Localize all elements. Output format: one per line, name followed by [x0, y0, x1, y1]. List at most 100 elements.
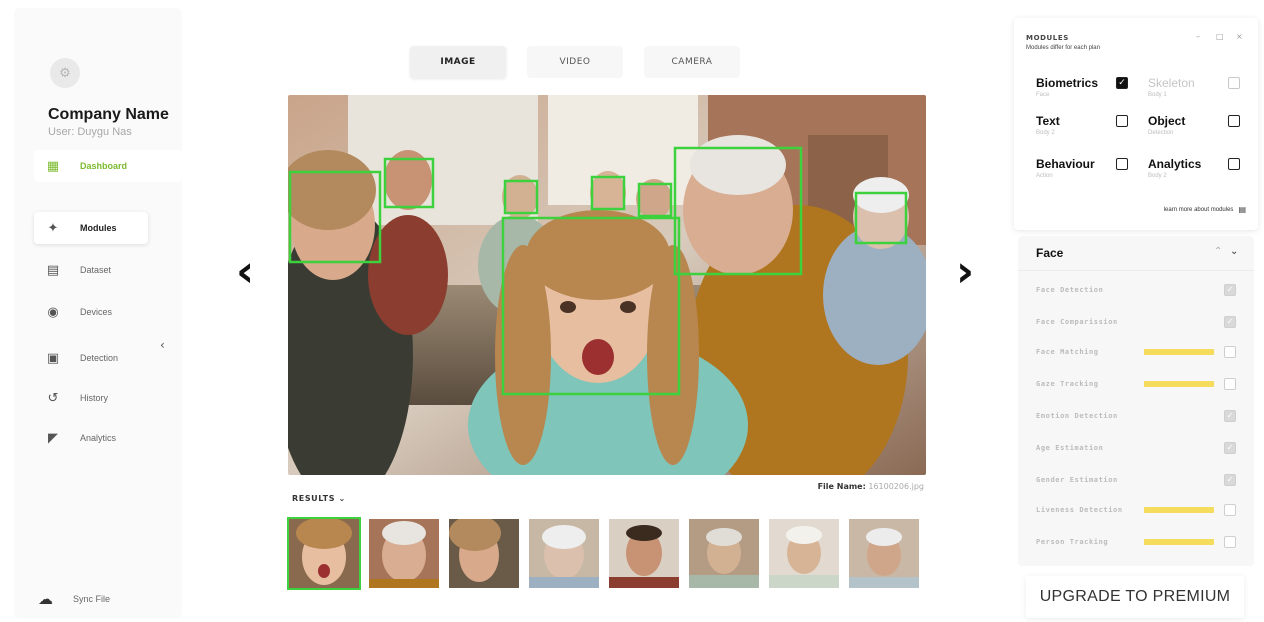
sidebar-item-devices[interactable]: ◉ Devices — [34, 296, 148, 328]
collapse-sidebar-icon[interactable]: ‹ — [160, 338, 165, 352]
analytics-icon: ◤ — [48, 430, 58, 446]
learn-more-label: learn more about modules — [1163, 206, 1234, 213]
sidebar-item-label: Modules — [80, 223, 117, 233]
sync-file-button[interactable]: ☁ Sync File — [34, 586, 154, 612]
result-thumbnail[interactable] — [847, 517, 921, 590]
sidebar-item-label: History — [80, 393, 109, 403]
result-thumbnail[interactable] — [687, 517, 761, 590]
previous-arrow-icon[interactable]: ‹ — [236, 250, 254, 294]
results-dropdown[interactable]: RESULTS ⌄ — [292, 494, 346, 503]
result-thumbnail[interactable] — [607, 517, 681, 590]
sidebar: ⚙ Company Name User: Duygu Nas ▦ Dashboa… — [14, 8, 182, 618]
divider — [1018, 270, 1254, 271]
feature-liveness-detection: Liveness Detection — [1036, 502, 1236, 518]
modules-title: MODULES — [1026, 34, 1069, 42]
sidebar-item-dataset[interactable]: ▤ Dataset — [34, 254, 148, 286]
chevron-up-icon[interactable]: ⌃ — [1214, 246, 1222, 257]
feature-gaze-tracking: Gaze Tracking — [1036, 376, 1236, 392]
skeleton-checkbox[interactable] — [1228, 77, 1240, 89]
sidebar-item-history[interactable]: ↺ History — [34, 382, 148, 414]
feature-label: Age Estimation — [1036, 444, 1104, 452]
result-thumbnail[interactable] — [287, 517, 361, 590]
dashboard-icon: ▦ — [46, 158, 60, 174]
analytics-checkbox[interactable] — [1228, 158, 1240, 170]
company-name: Company Name — [48, 106, 169, 123]
result-thumbnail[interactable] — [767, 517, 841, 590]
sidebar-item-modules[interactable]: ✦ Modules — [34, 212, 148, 244]
results-label: RESULTS — [292, 494, 336, 503]
premium-badge — [1144, 507, 1214, 513]
book-icon: ▤ — [1238, 205, 1246, 214]
premium-badge — [1144, 539, 1214, 545]
main-image — [288, 95, 926, 475]
file-name-value: 16100206.jpg — [868, 482, 924, 491]
sidebar-item-label: Dashboard — [80, 161, 128, 171]
emotion-detection-checkbox[interactable] — [1224, 410, 1236, 422]
module-sub: Body 2 — [1148, 173, 1167, 179]
feature-face-detection: Face Detection — [1036, 282, 1236, 298]
minimize-icon[interactable]: – — [1196, 32, 1200, 41]
feature-person-tracking: Person Tracking — [1036, 534, 1236, 550]
feature-label: Person Tracking — [1036, 538, 1109, 546]
tab-camera[interactable]: CAMERA — [644, 46, 740, 78]
object-checkbox[interactable] — [1228, 115, 1240, 127]
face-comparission-checkbox[interactable] — [1224, 316, 1236, 328]
chevron-down-icon[interactable]: ⌄ — [1230, 246, 1238, 257]
sidebar-item-label: Devices — [80, 307, 113, 317]
face-panel: Face ⌃ ⌄ Face Detection Face Comparissio… — [1018, 236, 1254, 566]
face-matching-checkbox[interactable] — [1224, 346, 1236, 358]
next-arrow-icon[interactable]: › — [956, 250, 974, 294]
detection-icon: ▣ — [46, 350, 60, 366]
feature-label: Emotion Detection — [1036, 412, 1118, 420]
face-detection-checkbox[interactable] — [1224, 284, 1236, 296]
age-estimation-checkbox[interactable] — [1224, 442, 1236, 454]
gender-estimation-checkbox[interactable] — [1224, 474, 1236, 486]
modules-subtitle: Modules differ for each plan — [1026, 45, 1100, 51]
modules-panel: MODULES Modules differ for each plan – □… — [1014, 18, 1258, 230]
person-tracking-checkbox[interactable] — [1224, 536, 1236, 548]
company-logo: ⚙ — [50, 58, 80, 88]
sidebar-item-label: Analytics — [80, 433, 117, 443]
result-thumbnail[interactable] — [367, 517, 441, 590]
main-image-scene — [288, 95, 926, 475]
feature-label: Face Comparission — [1036, 318, 1118, 326]
gaze-tracking-checkbox[interactable] — [1224, 378, 1236, 390]
history-icon: ↺ — [47, 390, 59, 406]
sidebar-item-analytics[interactable]: ◤ Analytics — [34, 422, 148, 454]
tab-video[interactable]: VIDEO — [527, 46, 623, 78]
text-checkbox[interactable] — [1116, 115, 1128, 127]
behaviour-checkbox[interactable] — [1116, 158, 1128, 170]
feature-label: Face Detection — [1036, 286, 1104, 294]
result-thumbnail[interactable] — [527, 517, 601, 590]
results-thumbnails — [287, 517, 921, 590]
face-panel-title: Face — [1036, 246, 1064, 260]
sync-file-label: Sync File — [73, 594, 111, 604]
sidebar-item-dashboard[interactable]: ▦ Dashboard — [34, 150, 182, 182]
feature-label: Face Matching — [1036, 348, 1099, 356]
devices-icon: ◉ — [47, 304, 59, 320]
close-icon[interactable]: × — [1236, 32, 1243, 41]
puzzle-icon: ✦ — [47, 220, 59, 236]
feature-age-estimation: Age Estimation — [1036, 440, 1236, 456]
feature-label: Gender Estimation — [1036, 476, 1118, 484]
feature-emotion-detection: Emotion Detection — [1036, 408, 1236, 424]
sidebar-item-detection[interactable]: ▣ Detection — [34, 342, 148, 374]
cloud-icon: ☁ — [38, 590, 53, 608]
premium-badge — [1144, 349, 1214, 355]
feature-gender-estimation: Gender Estimation — [1036, 472, 1236, 488]
biometrics-checkbox[interactable] — [1116, 77, 1128, 89]
learn-more-link[interactable]: learn more about modules ▤ — [1164, 205, 1246, 214]
module-sub: Body 2 — [1036, 130, 1055, 136]
upgrade-to-premium-button[interactable]: UPGRADE TO PREMIUM — [1026, 576, 1244, 618]
sidebar-item-label: Dataset — [80, 265, 112, 275]
dataset-icon: ▤ — [46, 262, 60, 278]
tab-image[interactable]: IMAGE — [410, 46, 506, 78]
liveness-detection-checkbox[interactable] — [1224, 504, 1236, 516]
feature-face-matching: Face Matching — [1036, 344, 1236, 360]
user-name: User: Duygu Nas — [48, 126, 132, 138]
result-thumbnail[interactable] — [447, 517, 521, 590]
sidebar-item-label: Detection — [80, 353, 119, 363]
module-sub: Detection — [1148, 130, 1174, 136]
file-name-label: File Name: — [817, 482, 866, 491]
maximize-icon[interactable]: □ — [1216, 32, 1224, 41]
